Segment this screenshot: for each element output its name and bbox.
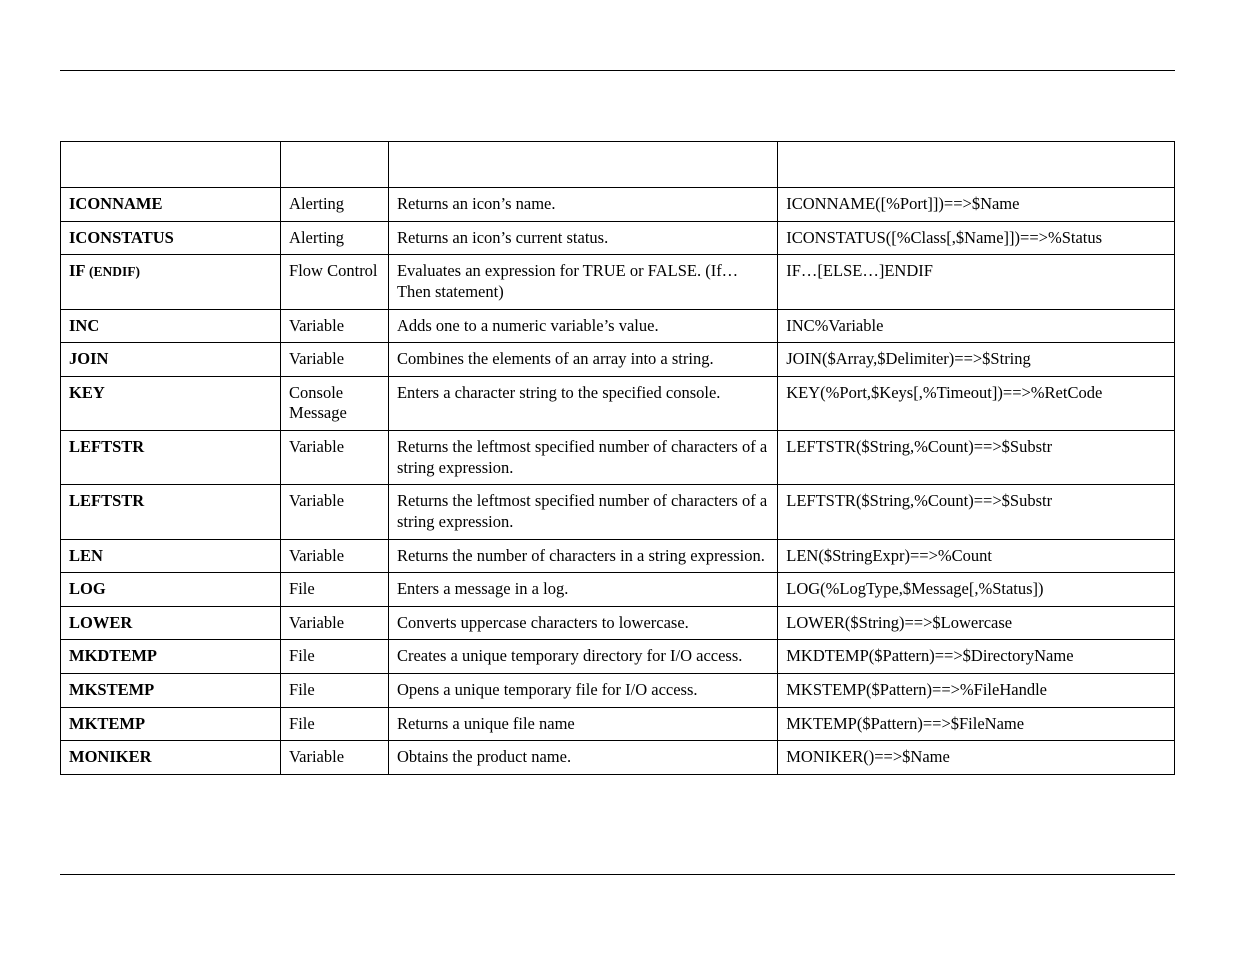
cell-category: Variable [281,741,389,775]
cell-syntax: ICONNAME([%Port]])==>$Name [778,188,1175,222]
cell-syntax: LEN($StringExpr)==>%Count [778,539,1175,573]
cell-name: LEFTSTR [61,431,281,485]
verb-name: MKDTEMP [69,646,157,665]
table-row: MKSTEMP FileOpens a unique temporary file… [61,674,1175,708]
verb-reference-table: ICONNAMEAlertingReturns an icon’s name.I… [60,141,1175,775]
cell-description: Converts uppercase characters to lowerca… [388,606,777,640]
cell-category: Variable [281,343,389,377]
table-row: LEN VariableReturns the number of charact… [61,539,1175,573]
table-row: LOG FileEnters a message in a log.LOG(%Lo… [61,573,1175,607]
cell-name: LOWER [61,606,281,640]
cell-category: Alerting [281,221,389,255]
header-name [61,142,281,188]
cell-description: Returns the number of characters in a st… [388,539,777,573]
cell-category: Variable [281,539,389,573]
cell-description: Opens a unique temporary file for I/O ac… [388,674,777,708]
verb-name: LEFTSTR [69,437,144,456]
cell-description: Enters a character string to the specifi… [388,376,777,430]
verb-name: KEY [69,383,105,402]
cell-description: Returns an icon’s current status. [388,221,777,255]
cell-category: Variable [281,485,389,539]
table-row: MONIKER VariableObtains the product name.… [61,741,1175,775]
table-row: MKTEMP FileReturns a unique file nameMKTE… [61,707,1175,741]
table-row: JOIN VariableCombines the elements of an … [61,343,1175,377]
verb-name: ICONSTATUS [69,228,174,247]
table-row: LEFTSTR VariableReturns the leftmost spec… [61,485,1175,539]
cell-name: MKDTEMP [61,640,281,674]
cell-syntax: MKDTEMP($Pattern)==>$DirectoryName [778,640,1175,674]
cell-description: Enters a message in a log. [388,573,777,607]
cell-description: Returns a unique file name [388,707,777,741]
cell-syntax: MONIKER()==>$Name [778,741,1175,775]
cell-name: MKTEMP [61,707,281,741]
cell-description: Returns the leftmost specified number of… [388,485,777,539]
table-row: LOWER VariableConverts uppercase characte… [61,606,1175,640]
cell-syntax: MKTEMP($Pattern)==>$FileName [778,707,1175,741]
header-category [281,142,389,188]
header-syntax [778,142,1175,188]
verb-name: IF [69,261,89,280]
header-description [388,142,777,188]
cell-syntax: JOIN($Array,$Delimiter)==>$String [778,343,1175,377]
top-rule [60,70,1175,71]
cell-name: ICONNAME [61,188,281,222]
cell-name: LOG [61,573,281,607]
table-row: INC VariableAdds one to a numeric variabl… [61,309,1175,343]
cell-name: ICONSTATUS [61,221,281,255]
cell-syntax: KEY(%Port,$Keys[,%Timeout])==>%RetCode [778,376,1175,430]
table-row: MKDTEMP FileCreates a unique temporary di… [61,640,1175,674]
cell-category: File [281,573,389,607]
cell-description: Combines the elements of an array into a… [388,343,777,377]
bottom-rule [60,874,1175,875]
table-row: KEY Console MessageEnters a character str… [61,376,1175,430]
cell-name: JOIN [61,343,281,377]
table-row: ICONSTATUS AlertingReturns an icon’s curr… [61,221,1175,255]
cell-syntax: MKSTEMP($Pattern)==>%FileHandle [778,674,1175,708]
verb-name-paren: (ENDIF) [89,264,140,279]
cell-name: LEN [61,539,281,573]
verb-name: LOG [69,579,106,598]
verb-name: MKSTEMP [69,680,154,699]
cell-description: Creates a unique temporary directory for… [388,640,777,674]
cell-name: MONIKER [61,741,281,775]
verb-name: LOWER [69,613,132,632]
cell-name: IF (ENDIF) [61,255,281,309]
table-row: ICONNAME AlertingReturns an icon’s name.I… [61,188,1175,222]
cell-category: File [281,640,389,674]
cell-syntax: IF…[ELSE…]ENDIF [778,255,1175,309]
cell-category: Console Message [281,376,389,430]
verb-name: MKTEMP [69,714,145,733]
table-row: LEFTSTR VariableReturns the leftmost spec… [61,431,1175,485]
verb-name: LEFTSTR [69,491,144,510]
cell-category: Variable [281,309,389,343]
cell-category: Variable [281,431,389,485]
verb-name: JOIN [69,349,108,368]
cell-syntax: LOG(%LogType,$Message[,%Status]) [778,573,1175,607]
cell-category: Variable [281,606,389,640]
verb-name: MONIKER [69,747,152,766]
table-header-row [61,142,1175,188]
cell-syntax: LOWER($String)==>$Lowercase [778,606,1175,640]
cell-syntax: LEFTSTR($String,%Count)==>$Substr [778,431,1175,485]
verb-name: ICONNAME [69,194,163,213]
verb-name: LEN [69,546,103,565]
cell-category: File [281,707,389,741]
cell-name: LEFTSTR [61,485,281,539]
cell-name: KEY [61,376,281,430]
cell-category: Alerting [281,188,389,222]
verb-name: INC [69,316,99,335]
cell-syntax: ICONSTATUS([%Class[,$Name]])==>%Status [778,221,1175,255]
cell-syntax: LEFTSTR($String,%Count)==>$Substr [778,485,1175,539]
cell-description: Adds one to a numeric variable’s value. [388,309,777,343]
cell-category: File [281,674,389,708]
cell-name: MKSTEMP [61,674,281,708]
table-row: IF (ENDIF)Flow ControlEvaluates an expre… [61,255,1175,309]
cell-description: Returns an icon’s name. [388,188,777,222]
cell-name: INC [61,309,281,343]
cell-syntax: INC%Variable [778,309,1175,343]
cell-description: Obtains the product name. [388,741,777,775]
cell-category: Flow Control [281,255,389,309]
cell-description: Returns the leftmost specified number of… [388,431,777,485]
cell-description: Evaluates an expression for TRUE or FALS… [388,255,777,309]
